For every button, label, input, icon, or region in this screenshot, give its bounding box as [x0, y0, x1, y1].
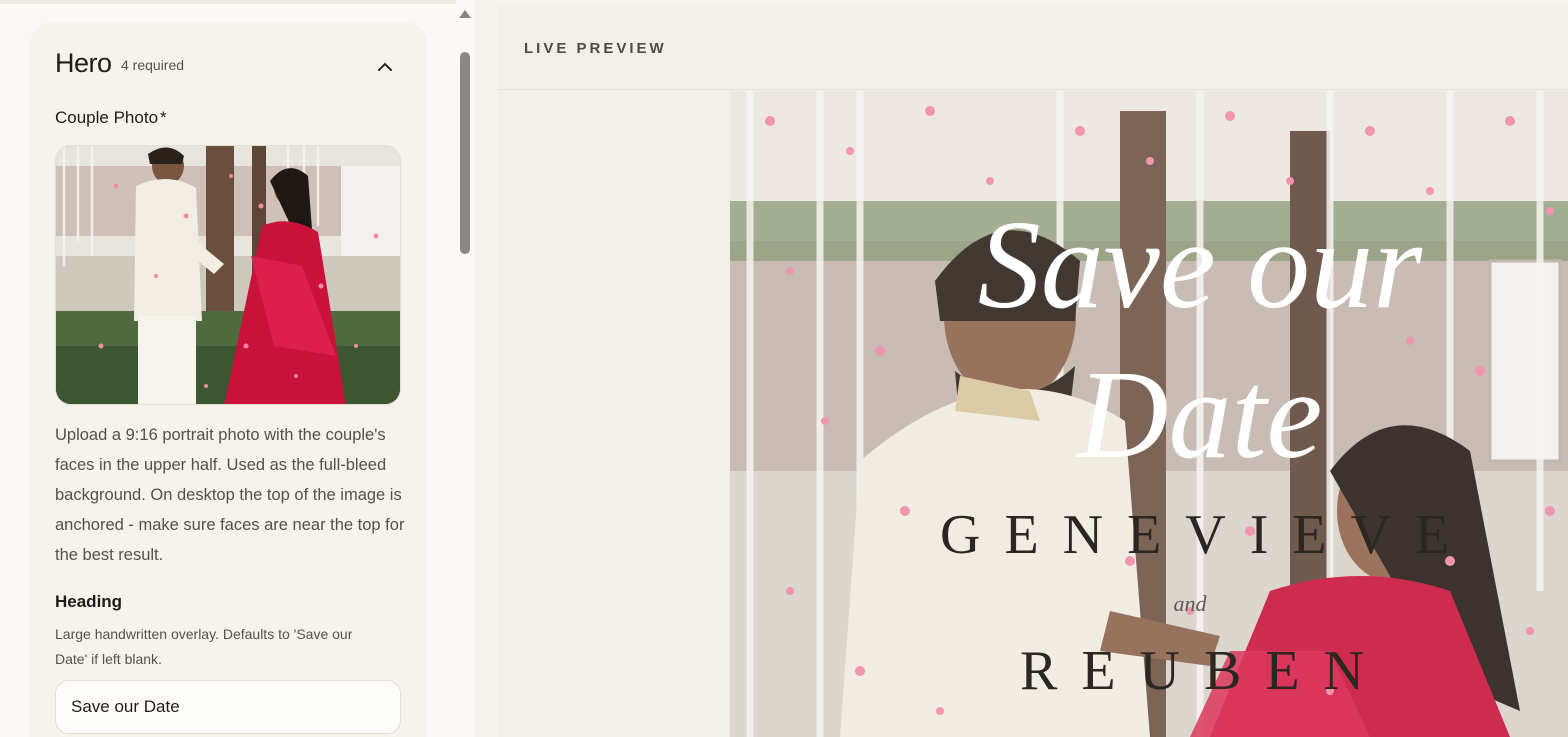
live-preview-label: LIVE PREVIEW — [524, 40, 667, 57]
and-connector: and — [1173, 591, 1207, 616]
photo-field-label: Couple Photo * — [55, 108, 167, 128]
preview-pane: LIVE PREVIEW Save our Date GENEVIEVE and… — [498, 4, 1568, 737]
hero-heading-line-2: Date — [1076, 346, 1323, 477]
hero-section-card: Hero 4 required Couple Photo * Upload a … — [30, 22, 427, 737]
couple-photo-upload[interactable] — [55, 145, 401, 405]
section-header[interactable]: Hero 4 required — [55, 48, 400, 84]
editor-pane: Hero 4 required Couple Photo * Upload a … — [0, 0, 456, 737]
partner-two-name: REUBEN — [1020, 640, 1388, 702]
required-marker: * — [160, 108, 167, 127]
section-title: Hero — [55, 48, 112, 78]
hero-heading-line-1: Save our — [978, 196, 1423, 335]
heading-help-text: Large handwritten overlay. Defaults to '… — [55, 626, 353, 667]
scroll-thumb[interactable] — [460, 52, 470, 254]
couple-photo-thumbnail — [56, 146, 400, 404]
hero-heading-overlay: Save our Date — [978, 196, 1423, 477]
chevron-up-icon — [378, 62, 392, 71]
hero-preview: Save our Date GENEVIEVE and REUBEN — [730, 91, 1568, 737]
preview-header: LIVE PREVIEW — [498, 4, 1568, 90]
heading-input[interactable] — [55, 680, 401, 734]
required-count: 4 required — [121, 57, 185, 73]
scroll-up-arrow-icon[interactable] — [459, 10, 471, 18]
heading-field-label: Heading — [55, 592, 123, 611]
app-window: Hero 4 required Couple Photo * Upload a … — [0, 0, 1568, 737]
collapse-button[interactable] — [370, 51, 400, 81]
photo-help-text: Upload a 9:16 portrait photo with the co… — [55, 426, 405, 564]
photo-label-text: Couple Photo — [55, 108, 159, 127]
editor-scrollbar[interactable] — [456, 0, 474, 737]
partner-one-name: GENEVIEVE — [940, 504, 1474, 566]
